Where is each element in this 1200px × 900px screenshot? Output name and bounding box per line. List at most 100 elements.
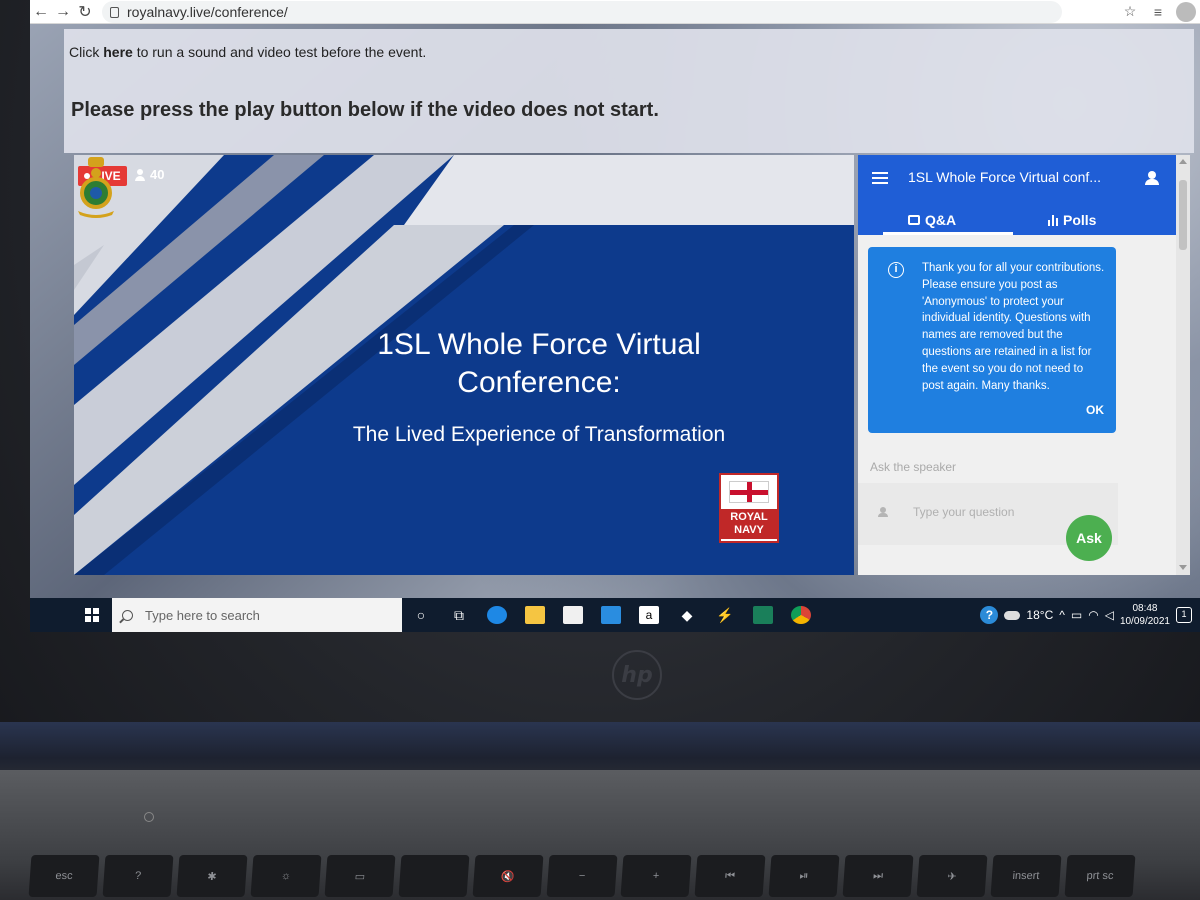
edge-browser-icon[interactable] <box>478 598 516 632</box>
logo-text-line1: ROYAL <box>730 511 768 523</box>
keyboard-key[interactable]: ⏮ <box>694 855 766 897</box>
start-button[interactable] <box>72 598 112 632</box>
anonymous-user-icon <box>878 507 888 517</box>
power-automate-icon[interactable]: ⚡ <box>706 598 744 632</box>
search-placeholder: Type here to search <box>145 607 260 623</box>
keyboard-key[interactable]: ⏯ <box>768 855 840 897</box>
info-message-card: i Thank you for all your contributions. … <box>868 247 1116 433</box>
sound-test-notice: Click here to run a sound and video test… <box>69 44 426 60</box>
mail-icon[interactable] <box>592 598 630 632</box>
question-placeholder: Type your question <box>913 505 1015 519</box>
weather-temperature[interactable]: 18°C <box>1026 608 1053 622</box>
page-scrollbar[interactable] <box>1176 155 1190 575</box>
slide-title-line2: Conference: <box>457 366 621 399</box>
weather-cloud-icon <box>1004 610 1021 620</box>
power-led <box>144 812 154 822</box>
hamburger-menu-icon[interactable] <box>872 172 888 184</box>
notice-prefix: Click <box>69 44 104 60</box>
tray-expand-icon[interactable]: ^ <box>1059 608 1065 622</box>
laptop-screen: ← → ↻ royalnavy.live/conference/ ☆ ≡ Cli… <box>30 0 1200 632</box>
keyboard-key[interactable]: + <box>620 855 692 897</box>
cortana-icon[interactable]: ○ <box>402 598 440 632</box>
windows-taskbar: Type here to search ○ ⧉ a ◆ ⚡ ? 18°C ^ ▭… <box>30 598 1200 632</box>
windows-logo-icon <box>85 608 99 622</box>
notification-count: 1 <box>1181 609 1187 619</box>
keyboard-key[interactable]: ? <box>102 855 174 897</box>
battery-icon[interactable]: ▭ <box>1071 608 1082 622</box>
scroll-up-arrow-icon[interactable] <box>1179 159 1187 164</box>
system-tray: ? 18°C ^ ▭ ◠ ◁ 08:48 10/09/2021 1 <box>980 602 1200 628</box>
scroll-down-arrow-icon[interactable] <box>1179 565 1187 570</box>
microsoft-store-icon[interactable] <box>554 598 592 632</box>
browser-toolbar: ← → ↻ royalnavy.live/conference/ ☆ ≡ <box>30 0 1200 24</box>
keyboard-key[interactable]: ▭ <box>324 855 396 897</box>
reading-list-icon[interactable]: ≡ <box>1148 2 1168 22</box>
video-player[interactable]: LIVE 40 1SL Whole Force Virtual Conferen… <box>74 155 854 575</box>
slide-title-line1: 1SL Whole Force Virtual <box>377 328 701 361</box>
keyboard-key[interactable] <box>398 855 470 897</box>
tab-polls[interactable]: Polls <box>1048 205 1096 235</box>
file-explorer-icon[interactable] <box>516 598 554 632</box>
keyboard-key[interactable]: ✈ <box>916 855 988 897</box>
slide-subtitle: The Lived Experience of Transformation <box>352 423 726 446</box>
ask-button[interactable]: Ask <box>1066 515 1112 561</box>
taskbar-search-box[interactable]: Type here to search <box>112 598 402 632</box>
back-arrow-icon[interactable]: ← <box>30 1 52 23</box>
keyboard-key[interactable]: 🔇 <box>472 855 544 897</box>
bookmark-star-icon[interactable]: ☆ <box>1120 2 1140 22</box>
scrollbar-thumb[interactable] <box>1179 180 1187 250</box>
info-icon: i <box>888 262 904 278</box>
help-icon[interactable]: ? <box>980 606 999 624</box>
url-text: royalnavy.live/conference/ <box>127 3 288 20</box>
tab-polls-label: Polls <box>1063 212 1097 228</box>
info-message-text: Thank you for all your contributions. Pl… <box>922 262 1105 392</box>
lock-icon <box>110 7 119 18</box>
hp-logo: hp <box>612 650 662 700</box>
profile-avatar-icon[interactable] <box>1176 1 1196 22</box>
keyboard-key[interactable]: insert <box>990 855 1062 897</box>
keyboard-key[interactable]: ⏭ <box>842 855 914 897</box>
keyboard-key[interactable]: prt sc <box>1064 855 1136 897</box>
qa-panel: 1SL Whole Force Virtual conf... Q&A Poll… <box>858 155 1176 575</box>
keyboard-key[interactable]: ✱ <box>176 855 248 897</box>
user-account-icon[interactable] <box>1145 171 1159 185</box>
task-view-icon[interactable]: ⧉ <box>440 598 478 632</box>
viewer-person-icon <box>134 168 146 181</box>
ask-speaker-label: Ask the speaker <box>870 460 957 474</box>
tab-qa-label: Q&A <box>925 212 957 228</box>
tab-qa[interactable]: Q&A <box>908 205 956 235</box>
active-tab-indicator <box>883 232 1013 235</box>
logo-text-line2: NAVY <box>734 524 764 536</box>
app-grid-icon[interactable] <box>744 598 782 632</box>
forward-arrow-icon[interactable]: → <box>52 1 74 23</box>
chrome-icon[interactable] <box>782 598 820 632</box>
amazon-icon[interactable]: a <box>630 598 668 632</box>
address-bar[interactable]: royalnavy.live/conference/ <box>102 0 1062 23</box>
sound-test-link[interactable]: here <box>103 44 133 60</box>
clock-time: 08:48 <box>1132 603 1158 614</box>
keyboard-key[interactable]: ☼ <box>250 855 322 897</box>
clock-date: 10/09/2021 <box>1119 616 1170 627</box>
system-clock[interactable]: 08:48 10/09/2021 <box>1120 602 1170 628</box>
white-ensign-icon <box>729 481 769 503</box>
chat-bubble-icon <box>908 215 920 225</box>
viewer-count-value: 40 <box>150 167 165 182</box>
keyboard-key[interactable]: − <box>546 855 618 897</box>
notice-suffix: to run a sound and video test before the… <box>132 44 427 60</box>
info-ok-button[interactable]: OK <box>1086 403 1104 417</box>
notice-banner: Click here to run a sound and video test… <box>64 29 1194 153</box>
dropbox-icon[interactable]: ◆ <box>668 598 706 632</box>
panel-header: 1SL Whole Force Virtual conf... Q&A Poll… <box>858 155 1176 235</box>
slide-title: 1SL Whole Force Virtual Conference: <box>314 326 764 402</box>
volume-icon[interactable]: ◁ <box>1105 608 1114 622</box>
keyboard-key[interactable]: esc <box>28 855 100 897</box>
royal-navy-logo: ROYAL NAVY <box>719 473 779 543</box>
wifi-icon[interactable]: ◠ <box>1088 608 1098 622</box>
function-key-row: esc? ✱ ☼ ▭ 🔇 − + ⏮ ⏯ ⏭ ✈ insert prt sc <box>28 855 1136 900</box>
bar-chart-icon <box>1048 214 1058 226</box>
reload-icon[interactable]: ↻ <box>74 1 96 23</box>
viewer-count: 40 <box>134 167 164 182</box>
notification-center-icon[interactable]: 1 <box>1176 607 1192 623</box>
search-icon <box>122 609 133 621</box>
play-button-notice: Please press the play button below if th… <box>71 99 659 121</box>
